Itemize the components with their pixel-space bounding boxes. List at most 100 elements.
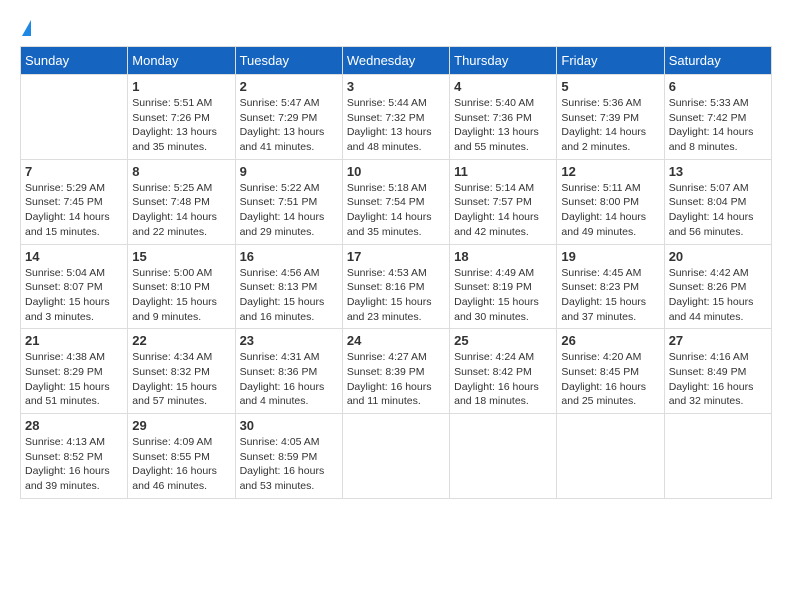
calendar-cell: 29Sunrise: 4:09 AMSunset: 8:55 PMDayligh… xyxy=(128,414,235,499)
calendar-cell: 18 Sunrise: 4:49 AMSunset: 8:19 PMDayligh… xyxy=(450,244,557,329)
day-info: Sunrise: 4:56 AMSunset: 8:13 PMDaylight:… xyxy=(240,266,338,325)
day-info: Sunrise: 4:42 AMSunset: 8:26 PMDaylight:… xyxy=(669,266,767,325)
day-number: 22 xyxy=(132,333,230,348)
day-number: 25 xyxy=(454,333,552,348)
calendar-header-sunday: Sunday xyxy=(21,47,128,75)
calendar-cell: 26 Sunrise: 4:20 AMSunset: 8:45 PMDayligh… xyxy=(557,329,664,414)
calendar-week-row-2: 7Sunrise: 5:29 AMSunset: 7:45 PMDaylight… xyxy=(21,159,772,244)
day-number: 11 xyxy=(454,164,552,179)
day-info: Sunrise: 4:09 AMSunset: 8:55 PMDaylight:… xyxy=(132,435,230,494)
day-number: 28 xyxy=(25,418,123,433)
day-number: 6 xyxy=(669,79,767,94)
day-info: Sunrise: 5:40 AMSunset: 7:36 PMDaylight:… xyxy=(454,96,552,155)
day-info: Sunrise: 4:31 AMSunset: 8:36 PMDaylight:… xyxy=(240,350,338,409)
day-info: Sunrise: 5:18 AMSunset: 7:54 PMDaylight:… xyxy=(347,181,445,240)
day-info: Sunrise: 5:11 AMSunset: 8:00 PMDaylight:… xyxy=(561,181,659,240)
day-info: Sunrise: 4:16 AMSunset: 8:49 PMDaylight:… xyxy=(669,350,767,409)
day-info: Sunrise: 5:00 AMSunset: 8:10 PMDaylight:… xyxy=(132,266,230,325)
calendar-cell: 23 Sunrise: 4:31 AMSunset: 8:36 PMDayligh… xyxy=(235,329,342,414)
calendar-cell: 7Sunrise: 5:29 AMSunset: 7:45 PMDaylight… xyxy=(21,159,128,244)
calendar-header-tuesday: Tuesday xyxy=(235,47,342,75)
day-info: Sunrise: 4:13 AMSunset: 8:52 PMDaylight:… xyxy=(25,435,123,494)
calendar-cell xyxy=(21,75,128,160)
day-info: Sunrise: 4:05 AMSunset: 8:59 PMDaylight:… xyxy=(240,435,338,494)
day-info: Sunrise: 5:51 AMSunset: 7:26 PMDaylight:… xyxy=(132,96,230,155)
calendar-cell: 14 Sunrise: 5:04 AMSunset: 8:07 PMDayligh… xyxy=(21,244,128,329)
calendar-cell: 12 Sunrise: 5:11 AMSunset: 8:00 PMDayligh… xyxy=(557,159,664,244)
day-info: Sunrise: 4:45 AMSunset: 8:23 PMDaylight:… xyxy=(561,266,659,325)
day-info: Sunrise: 5:04 AMSunset: 8:07 PMDaylight:… xyxy=(25,266,123,325)
day-number: 21 xyxy=(25,333,123,348)
calendar-header-saturday: Saturday xyxy=(664,47,771,75)
calendar-cell xyxy=(664,414,771,499)
day-number: 2 xyxy=(240,79,338,94)
calendar-header-thursday: Thursday xyxy=(450,47,557,75)
calendar-table: SundayMondayTuesdayWednesdayThursdayFrid… xyxy=(20,46,772,499)
day-number: 14 xyxy=(25,249,123,264)
day-number: 15 xyxy=(132,249,230,264)
calendar-cell: 24 Sunrise: 4:27 AMSunset: 8:39 PMDayligh… xyxy=(342,329,449,414)
calendar-cell: 11 Sunrise: 5:14 AMSunset: 7:57 PMDayligh… xyxy=(450,159,557,244)
calendar-cell: 20 Sunrise: 4:42 AMSunset: 8:26 PMDayligh… xyxy=(664,244,771,329)
day-number: 3 xyxy=(347,79,445,94)
day-info: Sunrise: 5:33 AMSunset: 7:42 PMDaylight:… xyxy=(669,96,767,155)
day-number: 9 xyxy=(240,164,338,179)
calendar-header-monday: Monday xyxy=(128,47,235,75)
day-number: 17 xyxy=(347,249,445,264)
day-info: Sunrise: 4:34 AMSunset: 8:32 PMDaylight:… xyxy=(132,350,230,409)
calendar-cell: 25Sunrise: 4:24 AMSunset: 8:42 PMDayligh… xyxy=(450,329,557,414)
calendar-cell: 1 Sunrise: 5:51 AMSunset: 7:26 PMDaylight… xyxy=(128,75,235,160)
day-number: 19 xyxy=(561,249,659,264)
calendar-cell: 3 Sunrise: 5:44 AMSunset: 7:32 PMDaylight… xyxy=(342,75,449,160)
calendar-cell: 15 Sunrise: 5:00 AMSunset: 8:10 PMDayligh… xyxy=(128,244,235,329)
day-number: 24 xyxy=(347,333,445,348)
calendar-header-friday: Friday xyxy=(557,47,664,75)
calendar-cell: 21Sunrise: 4:38 AMSunset: 8:29 PMDayligh… xyxy=(21,329,128,414)
day-info: Sunrise: 4:20 AMSunset: 8:45 PMDaylight:… xyxy=(561,350,659,409)
calendar-cell: 22 Sunrise: 4:34 AMSunset: 8:32 PMDayligh… xyxy=(128,329,235,414)
calendar-cell: 13 Sunrise: 5:07 AMSunset: 8:04 PMDayligh… xyxy=(664,159,771,244)
calendar-cell: 5Sunrise: 5:36 AMSunset: 7:39 PMDaylight… xyxy=(557,75,664,160)
calendar-week-row-1: 1 Sunrise: 5:51 AMSunset: 7:26 PMDaylight… xyxy=(21,75,772,160)
day-info: Sunrise: 4:27 AMSunset: 8:39 PMDaylight:… xyxy=(347,350,445,409)
day-info: Sunrise: 4:49 AMSunset: 8:19 PMDaylight:… xyxy=(454,266,552,325)
calendar-cell: 8 Sunrise: 5:25 AMSunset: 7:48 PMDaylight… xyxy=(128,159,235,244)
day-number: 16 xyxy=(240,249,338,264)
calendar-cell: 2 Sunrise: 5:47 AMSunset: 7:29 PMDaylight… xyxy=(235,75,342,160)
calendar-cell: 16 Sunrise: 4:56 AMSunset: 8:13 PMDayligh… xyxy=(235,244,342,329)
calendar-week-row-3: 14 Sunrise: 5:04 AMSunset: 8:07 PMDayligh… xyxy=(21,244,772,329)
calendar-cell: 30Sunrise: 4:05 AMSunset: 8:59 PMDayligh… xyxy=(235,414,342,499)
calendar-cell: 9 Sunrise: 5:22 AMSunset: 7:51 PMDaylight… xyxy=(235,159,342,244)
calendar-cell xyxy=(342,414,449,499)
day-number: 20 xyxy=(669,249,767,264)
day-number: 13 xyxy=(669,164,767,179)
logo-triangle-icon xyxy=(22,20,31,36)
logo xyxy=(20,20,31,36)
calendar-cell: 17 Sunrise: 4:53 AMSunset: 8:16 PMDayligh… xyxy=(342,244,449,329)
day-info: Sunrise: 5:44 AMSunset: 7:32 PMDaylight:… xyxy=(347,96,445,155)
day-number: 7 xyxy=(25,164,123,179)
day-number: 4 xyxy=(454,79,552,94)
day-info: Sunrise: 5:36 AMSunset: 7:39 PMDaylight:… xyxy=(561,96,659,155)
calendar-week-row-4: 21Sunrise: 4:38 AMSunset: 8:29 PMDayligh… xyxy=(21,329,772,414)
day-number: 8 xyxy=(132,164,230,179)
day-info: Sunrise: 5:22 AMSunset: 7:51 PMDaylight:… xyxy=(240,181,338,240)
calendar-body: 1 Sunrise: 5:51 AMSunset: 7:26 PMDaylight… xyxy=(21,75,772,499)
day-info: Sunrise: 5:14 AMSunset: 7:57 PMDaylight:… xyxy=(454,181,552,240)
calendar-week-row-5: 28 Sunrise: 4:13 AMSunset: 8:52 PMDayligh… xyxy=(21,414,772,499)
day-number: 18 xyxy=(454,249,552,264)
day-number: 10 xyxy=(347,164,445,179)
day-number: 12 xyxy=(561,164,659,179)
page-header xyxy=(20,20,772,36)
day-number: 23 xyxy=(240,333,338,348)
day-info: Sunrise: 4:53 AMSunset: 8:16 PMDaylight:… xyxy=(347,266,445,325)
calendar-cell: 4 Sunrise: 5:40 AMSunset: 7:36 PMDaylight… xyxy=(450,75,557,160)
day-info: Sunrise: 5:47 AMSunset: 7:29 PMDaylight:… xyxy=(240,96,338,155)
calendar-cell: 10 Sunrise: 5:18 AMSunset: 7:54 PMDayligh… xyxy=(342,159,449,244)
calendar-cell: 27Sunrise: 4:16 AMSunset: 8:49 PMDayligh… xyxy=(664,329,771,414)
day-number: 26 xyxy=(561,333,659,348)
day-info: Sunrise: 5:25 AMSunset: 7:48 PMDaylight:… xyxy=(132,181,230,240)
day-number: 1 xyxy=(132,79,230,94)
day-info: Sunrise: 5:07 AMSunset: 8:04 PMDaylight:… xyxy=(669,181,767,240)
calendar-header-wednesday: Wednesday xyxy=(342,47,449,75)
